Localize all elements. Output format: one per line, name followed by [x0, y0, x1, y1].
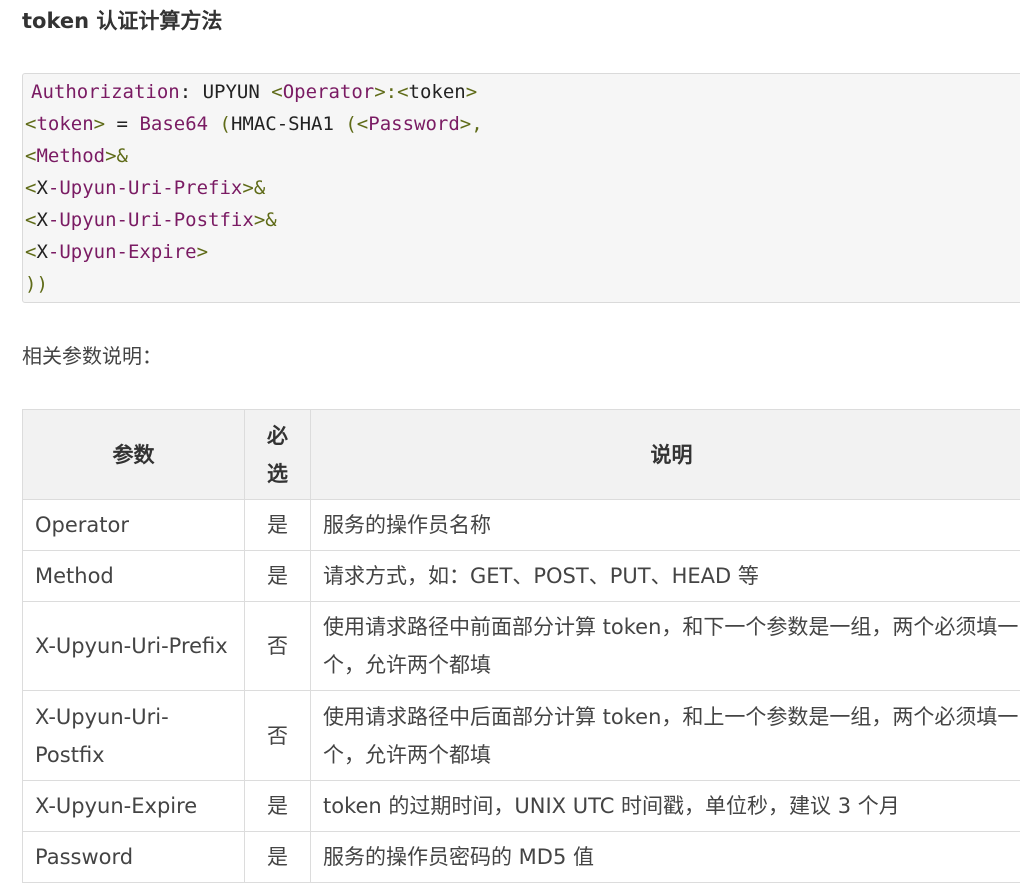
param-name: Method — [22, 550, 245, 602]
table-row: Method 是 请求方式，如：GET、POST、PUT、HEAD 等 — [22, 550, 1020, 602]
code-token: < — [25, 177, 37, 199]
param-required: 是 — [244, 780, 311, 832]
param-name: X-Upyun-Expire — [22, 780, 245, 832]
code-line: <X-Upyun-Expire> — [25, 236, 208, 268]
section-heading: token 认证计算方法 — [22, 9, 223, 33]
param-desc: token 的过期时间，UNIX UTC 时间戳，单位秒，建议 3 个月 — [310, 780, 1020, 832]
table-row: Operator 是 服务的操作员名称 — [22, 499, 1020, 551]
code-token: -Upyun-Uri-Postfix — [47, 209, 254, 231]
param-name: X-Upyun-Uri-Postfix — [22, 690, 245, 781]
param-desc: 使用请求路径中后面部分计算 token，和上一个参数是一组，两个必须填一个，允许… — [310, 690, 1020, 781]
code-token: > — [196, 241, 209, 263]
param-name: Operator — [22, 499, 245, 551]
code-token: Method — [36, 145, 106, 167]
param-name: X-Upyun-Uri-Prefix — [22, 601, 245, 691]
code-line: <Method>& — [25, 140, 128, 172]
code-token: >:< — [374, 81, 409, 103]
code-line: <X-Upyun-Uri-Postfix>& — [25, 204, 277, 236]
param-required: 是 — [244, 499, 311, 551]
code-token: Base64 — [139, 113, 209, 135]
code-token: : UPYUN — [179, 81, 272, 103]
code-token: )) — [25, 273, 48, 295]
code-token: X — [36, 177, 48, 199]
param-desc: 服务的操作员密码的 MD5 值 — [310, 831, 1020, 883]
code-line: <token> = Base64 (HMAC-SHA1 (<Password>, — [25, 108, 483, 140]
code-token: < — [25, 145, 37, 167]
code-token: >& — [105, 145, 128, 167]
param-name: Password — [22, 831, 245, 883]
code-token: >& — [242, 177, 266, 199]
params-intro: 相关参数说明： — [22, 344, 162, 368]
table-row: Password 是 服务的操作员密码的 MD5 值 — [22, 831, 1020, 883]
code-token: < — [25, 209, 37, 231]
code-token: X — [36, 209, 48, 231]
header-param: 参数 — [22, 409, 245, 500]
code-token: > — [465, 81, 478, 103]
code-token: < — [271, 81, 283, 103]
code-token: (< — [333, 113, 369, 135]
header-desc: 说明 — [310, 409, 1020, 500]
param-desc: 请求方式，如：GET、POST、PUT、HEAD 等 — [310, 550, 1020, 602]
param-desc: 使用请求路径中前面部分计算 token，和下一个参数是一组，两个必须填一个，允许… — [310, 601, 1020, 691]
param-required: 是 — [244, 550, 311, 602]
header-required: 必选 — [244, 409, 311, 500]
table-row: X-Upyun-Uri-Prefix 否 使用请求路径中前面部分计算 token… — [22, 601, 1020, 691]
code-line: Authorization: UPYUN <Operator>:<token> — [31, 76, 477, 108]
code-block: Authorization: UPYUN <Operator>:<token> … — [22, 73, 1020, 303]
param-required: 否 — [244, 601, 311, 691]
params-table: 参数 必选 说明 Operator 是 服务的操作员名称 Method 是 请求… — [22, 409, 1020, 883]
code-token: < — [25, 113, 37, 135]
code-token: Operator — [282, 81, 375, 103]
header-required-label: 必选 — [267, 423, 288, 486]
code-token: -Upyun-Expire — [47, 241, 197, 263]
table-row: X-Upyun-Uri-Postfix 否 使用请求路径中后面部分计算 toke… — [22, 690, 1020, 781]
code-token: > — [93, 113, 106, 135]
param-required: 是 — [244, 831, 311, 883]
code-token: >, — [459, 113, 483, 135]
code-token: HMAC-SHA1 — [230, 113, 334, 135]
code-token: X — [36, 241, 48, 263]
table-row: X-Upyun-Expire 是 token 的过期时间，UNIX UTC 时间… — [22, 780, 1020, 832]
code-token: -Upyun-Uri-Prefix — [47, 177, 243, 199]
param-desc: 服务的操作员名称 — [310, 499, 1020, 551]
code-token: ( — [208, 113, 231, 135]
code-token: token — [408, 81, 466, 103]
code-token: = — [105, 113, 140, 135]
code-token: Authorization — [31, 81, 180, 103]
param-required: 否 — [244, 690, 311, 781]
code-token: < — [25, 241, 37, 263]
code-token: Password — [368, 113, 460, 135]
code-line: )) — [25, 268, 48, 300]
code-line: <X-Upyun-Uri-Prefix>& — [25, 172, 265, 204]
code-token: >& — [253, 209, 277, 231]
code-token: token — [36, 113, 94, 135]
table-header-row: 参数 必选 说明 — [22, 409, 1020, 500]
